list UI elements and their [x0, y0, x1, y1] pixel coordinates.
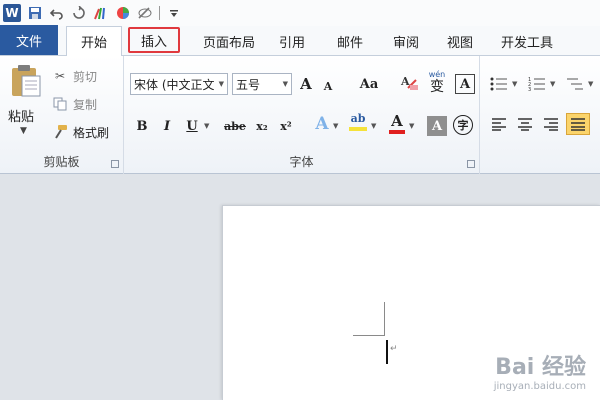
svg-text:A: A — [400, 75, 410, 88]
highlight-color-bar — [349, 127, 367, 131]
margin-corner-mark — [353, 335, 385, 336]
watermark: Bai 经验 jingyan.baidu.com — [494, 349, 586, 392]
tab-developer[interactable]: 开发工具 — [492, 27, 562, 55]
chevron-down-icon: ▼ — [218, 80, 224, 88]
multilevel-list-icon[interactable] — [564, 74, 586, 94]
ribbon-tabs: 文件 开始 插入 页面布局 引用 邮件 审阅 视图 开发工具 — [0, 25, 600, 56]
font-group-label: 字体 — [289, 155, 314, 169]
copy-icon — [52, 96, 68, 112]
tab-review[interactable]: 审阅 — [382, 27, 430, 55]
paragraph-mark-icon: ↵ — [390, 344, 398, 354]
font-color-bar — [389, 130, 405, 134]
format-painter-button[interactable]: 格式刷 — [52, 122, 109, 142]
font-color-dropdown-icon[interactable]: ▼ — [409, 122, 414, 130]
save-icon[interactable] — [27, 5, 43, 21]
paste-dropdown-icon[interactable]: ▼ — [20, 126, 27, 136]
italic-button[interactable]: I — [157, 116, 177, 136]
font-color-button[interactable]: A — [386, 112, 408, 136]
paste-icon[interactable] — [10, 64, 42, 98]
bullet-dropdown-icon[interactable]: ▼ — [512, 80, 517, 88]
tab-references[interactable]: 引用 — [268, 27, 316, 55]
font-color-label: A — [391, 112, 403, 130]
paint-icon[interactable] — [93, 5, 109, 21]
underline-dropdown-icon[interactable]: ▼ — [204, 122, 209, 130]
highlight-button[interactable]: ab — [346, 112, 370, 136]
enclose-char-button[interactable]: 字 — [453, 115, 473, 135]
paste-button[interactable]: 粘贴 — [8, 106, 34, 125]
bold-button[interactable]: B — [132, 116, 152, 136]
format-painter-icon — [52, 124, 68, 140]
clipboard-group: 粘贴 ▼ ✂ 剪切 复制 格式刷 剪贴板 — [0, 56, 124, 174]
superscript-button[interactable]: x² — [276, 116, 296, 136]
text-effect-dropdown-icon[interactable]: ▼ — [333, 122, 338, 130]
tab-mailings[interactable]: 邮件 — [326, 27, 374, 55]
tab-page-layout[interactable]: 页面布局 — [192, 27, 266, 55]
change-case-button[interactable]: Aa — [355, 74, 383, 94]
tab-file[interactable]: 文件 — [0, 25, 58, 55]
color-icon[interactable] — [115, 5, 131, 21]
quick-access-toolbar: W — [0, 0, 600, 26]
tab-view[interactable]: 视图 — [436, 27, 484, 55]
shrink-font-button[interactable]: A — [318, 76, 338, 96]
copy-button[interactable]: 复制 — [52, 94, 97, 114]
customize-icon[interactable] — [166, 5, 182, 21]
tab-home[interactable]: 开始 — [66, 26, 122, 56]
cut-button[interactable]: ✂ 剪切 — [52, 66, 97, 86]
strikethrough-button[interactable]: abe — [222, 116, 248, 136]
eraser-icon[interactable] — [137, 5, 153, 21]
font-launcher-icon[interactable] — [467, 160, 475, 168]
phonetic-guide-button[interactable]: wén 变 — [425, 70, 449, 96]
cut-label: 剪切 — [73, 69, 98, 84]
clipboard-group-label: 剪贴板 — [43, 155, 80, 169]
align-left-icon[interactable] — [488, 114, 510, 134]
tab-insert[interactable]: 插入 — [128, 27, 180, 53]
toolbar-separator — [159, 6, 160, 20]
text-cursor — [386, 340, 388, 364]
text-effect-button[interactable]: A — [312, 114, 332, 134]
numbered-list-icon[interactable]: 123 — [526, 74, 548, 94]
font-size-value: 五号 — [236, 77, 261, 92]
multilevel-dropdown-icon[interactable]: ▼ — [588, 80, 593, 88]
font-size-select[interactable]: 五号 ▼ — [232, 73, 292, 95]
clipboard-launcher-icon[interactable] — [111, 160, 119, 168]
redo-icon[interactable] — [71, 5, 87, 21]
phonetic-char: 变 — [430, 79, 444, 95]
watermark-url: jingyan.baidu.com — [493, 381, 586, 392]
grow-font-button[interactable]: A — [296, 74, 316, 94]
highlight-dropdown-icon[interactable]: ▼ — [371, 122, 376, 130]
underline-button[interactable]: U — [182, 116, 202, 136]
watermark-brand: Bai 经验 — [495, 355, 586, 380]
copy-label: 复制 — [73, 97, 98, 112]
align-center-icon[interactable] — [514, 114, 536, 134]
undo-icon[interactable] — [49, 5, 65, 21]
word-app-icon[interactable]: W — [3, 4, 21, 22]
bullet-list-icon[interactable] — [488, 74, 510, 94]
clear-format-button[interactable]: A — [398, 72, 420, 94]
justify-icon[interactable] — [566, 113, 590, 135]
align-right-icon[interactable] — [540, 114, 562, 134]
svg-text:3: 3 — [528, 87, 531, 91]
phonetic-text: wén — [428, 70, 446, 79]
ribbon: 粘贴 ▼ ✂ 剪切 复制 格式刷 剪贴板 字体 宋体 (中文正文 ▼ 五号 ▼ … — [0, 56, 600, 174]
font-name-select[interactable]: 宋体 (中文正文 ▼ — [130, 73, 228, 95]
format-painter-label: 格式刷 — [73, 125, 110, 140]
numbered-dropdown-icon[interactable]: ▼ — [550, 80, 555, 88]
margin-corner-mark — [384, 302, 385, 336]
subscript-button[interactable]: x₂ — [252, 116, 272, 136]
scissors-icon: ✂ — [54, 69, 66, 83]
chevron-down-icon: ▼ — [282, 80, 288, 88]
highlight-label: ab — [350, 112, 366, 125]
font-name-value: 宋体 (中文正文 — [134, 77, 215, 92]
char-border-button[interactable]: A — [455, 74, 475, 94]
char-shading-button[interactable]: A — [427, 116, 447, 136]
